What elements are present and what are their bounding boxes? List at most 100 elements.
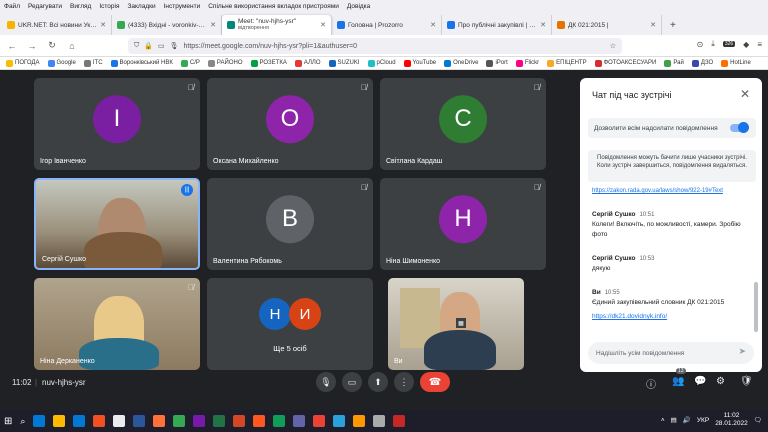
close-tab-icon[interactable]: ✕ bbox=[100, 21, 106, 29]
bookmark-item[interactable]: Google bbox=[47, 59, 76, 67]
chat-link[interactable]: https://zakon.rada.gov.ua/laws/show/922-… bbox=[592, 188, 723, 194]
extension-icon[interactable]: ◆ bbox=[743, 40, 749, 49]
menu-item-help[interactable]: Довідка bbox=[347, 3, 370, 10]
close-tab-icon[interactable]: ✕ bbox=[430, 21, 436, 29]
reload-icon[interactable]: ↻ bbox=[46, 40, 58, 51]
close-icon[interactable]: ✕ bbox=[740, 87, 750, 101]
bookmark-item[interactable]: ДЗО bbox=[691, 59, 713, 67]
taskbar-app-icon[interactable] bbox=[233, 415, 246, 427]
self-video-tile[interactable]: ▦ Ви bbox=[388, 278, 524, 370]
browser-tab[interactable]: Головна | Prozorro ✕ bbox=[332, 15, 442, 35]
bookmark-item[interactable]: С/Р bbox=[180, 59, 200, 67]
message-link[interactable]: https://dk21.dovidnyk.info/ bbox=[592, 312, 667, 322]
menu-item-tab-sharing[interactable]: Спільне використання вкладок пристроями bbox=[208, 3, 339, 10]
close-tab-icon[interactable]: ✕ bbox=[210, 21, 216, 29]
menu-item-file[interactable]: Файл bbox=[4, 3, 20, 10]
bookmark-item[interactable]: HotLine bbox=[721, 59, 751, 67]
bookmark-item[interactable]: РОЗЕТКА bbox=[250, 59, 287, 67]
taskbar-app-icon[interactable] bbox=[133, 415, 146, 427]
bookmark-item[interactable]: АЛЛО bbox=[294, 59, 321, 67]
leave-call-button[interactable]: ☎ bbox=[420, 372, 450, 392]
browser-tab[interactable]: ДК 021:2015 | ✕ bbox=[552, 15, 662, 35]
bookmark-item[interactable]: iPort bbox=[486, 59, 508, 67]
notifications-icon[interactable]: 🗨 bbox=[754, 416, 762, 424]
close-tab-icon[interactable]: ✕ bbox=[650, 21, 656, 29]
activities-icon[interactable]: ⚙ bbox=[716, 376, 725, 387]
taskbar-app-icon[interactable] bbox=[73, 415, 86, 427]
menu-item-edit[interactable]: Редагувати bbox=[28, 3, 62, 10]
bookmark-item[interactable]: ITC bbox=[83, 59, 103, 67]
taskbar-app-icon[interactable] bbox=[113, 415, 126, 427]
chat-input[interactable]: Надішліть усім повідомлення ➤ bbox=[588, 342, 754, 364]
taskbar-app-icon[interactable] bbox=[273, 415, 286, 427]
bookmark-item[interactable]: РАЙОНО bbox=[207, 59, 243, 67]
bookmark-item[interactable]: pCloud bbox=[367, 59, 396, 67]
back-icon[interactable]: ← bbox=[6, 41, 18, 51]
taskbar-app-icon[interactable] bbox=[293, 415, 306, 427]
taskbar-app-icon[interactable] bbox=[253, 415, 266, 427]
bookmark-item[interactable]: ФОТОАКСЕСУАРИ bbox=[594, 59, 656, 67]
participant-tile[interactable]: О 🎙̸ Оксана Михайленко bbox=[207, 78, 373, 170]
browser-tab[interactable]: UKR.NET: Всі новини України✕ bbox=[2, 15, 112, 35]
chat-scrollbar[interactable] bbox=[754, 282, 758, 332]
datetime[interactable]: 11:02 28.01.2022 bbox=[715, 412, 748, 428]
participant-video-tile[interactable]: ||| Сергій Сушко bbox=[34, 178, 200, 270]
address-bar[interactable]: ⛉ 🔒 ▭ 🎙 https://meet.google.com/nuv-hjhs… bbox=[128, 38, 622, 54]
more-participants-tile[interactable]: Н И Ще 5 осіб bbox=[207, 278, 373, 370]
bookmark-item[interactable]: SUZUKI bbox=[328, 59, 360, 67]
url-text[interactable]: https://meet.google.com/nuv-hjhs-ysr?pli… bbox=[183, 43, 604, 50]
chat-icon[interactable]: 💬 bbox=[694, 376, 706, 387]
forward-icon[interactable]: → bbox=[26, 41, 38, 51]
close-tab-icon[interactable]: ✕ bbox=[540, 21, 546, 29]
bookmark-item[interactable]: Воронківський НВК bbox=[110, 59, 173, 67]
search-icon[interactable]: ⌕ bbox=[20, 416, 25, 427]
taskbar-app-icon[interactable] bbox=[153, 415, 166, 427]
windows-start-icon[interactable]: ⊞ bbox=[4, 416, 12, 427]
taskbar-app-icon[interactable] bbox=[373, 415, 386, 427]
participant-tile[interactable]: І 🎙̸ Ігор Іванченко bbox=[34, 78, 200, 170]
network-icon[interactable]: ▤ bbox=[671, 416, 677, 424]
people-icon[interactable]: 👥 bbox=[672, 376, 684, 387]
bookmark-item[interactable]: ЕПІЦЕНТР bbox=[547, 59, 587, 67]
participant-video-tile[interactable]: 🎙̸ Ніна Дерканенко bbox=[34, 278, 200, 370]
allow-messages-toggle[interactable] bbox=[730, 122, 749, 133]
bookmark-item[interactable]: ПОГОДА bbox=[6, 59, 40, 67]
present-button[interactable]: ⬆ bbox=[368, 372, 388, 392]
participant-tile[interactable]: Н 🎙̸ Ніна Шимоненко bbox=[380, 178, 546, 270]
taskbar-app-icon[interactable] bbox=[173, 415, 186, 427]
taskbar-app-icon[interactable] bbox=[193, 415, 206, 427]
bookmark-item[interactable]: OneDrive bbox=[444, 59, 478, 67]
taskbar-app-icon[interactable] bbox=[353, 415, 366, 427]
taskbar-app-icon[interactable] bbox=[33, 415, 46, 427]
bookmark-item[interactable]: Рай bbox=[664, 59, 684, 67]
taskbar-app-icon[interactable] bbox=[213, 415, 226, 427]
participant-tile[interactable]: С 🎙̸ Світлана Кардаш bbox=[380, 78, 546, 170]
menu-item-view[interactable]: Вигляд bbox=[70, 3, 91, 10]
menu-item-history[interactable]: Історія bbox=[99, 3, 119, 10]
pocket-icon[interactable]: ⊙ bbox=[697, 40, 704, 49]
browser-tab[interactable]: Meet: "nuv-hjhs-ysr" відтворення ✕ bbox=[222, 15, 332, 35]
bookmark-item[interactable]: YouTube bbox=[403, 59, 436, 67]
browser-tab[interactable]: Про публічні закупівлі | від 2...✕ bbox=[442, 15, 552, 35]
extension-badge[interactable]: 326 bbox=[722, 41, 736, 47]
camera-permission-icon[interactable]: ▭ bbox=[158, 42, 165, 50]
menu-icon[interactable]: ≡ bbox=[757, 40, 762, 49]
taskbar-app-icon[interactable] bbox=[93, 415, 106, 427]
download-icon[interactable]: ⤓ bbox=[711, 39, 715, 49]
keyboard-language[interactable]: УКР bbox=[697, 417, 709, 424]
taskbar-app-icon[interactable] bbox=[393, 415, 406, 427]
taskbar-app-icon[interactable] bbox=[333, 415, 346, 427]
menu-item-tools[interactable]: Інструменти bbox=[164, 3, 201, 10]
more-options-button[interactable]: ⋮ bbox=[394, 372, 414, 392]
taskbar-app-icon[interactable] bbox=[313, 415, 326, 427]
chevron-up-icon[interactable]: ˄ bbox=[661, 417, 665, 424]
host-controls-icon[interactable]: 🛡 bbox=[740, 376, 753, 387]
send-icon[interactable]: ➤ bbox=[738, 346, 746, 357]
home-icon[interactable]: ⌂ bbox=[66, 41, 78, 51]
mic-permission-icon[interactable]: 🎙 bbox=[170, 42, 179, 50]
new-tab-button[interactable]: + bbox=[662, 15, 684, 35]
bookmark-item[interactable]: Flickr bbox=[515, 59, 539, 67]
taskbar-app-icon[interactable] bbox=[53, 415, 66, 427]
menu-item-bookmarks[interactable]: Закладки bbox=[127, 3, 155, 10]
bookmark-star-icon[interactable]: ☆ bbox=[610, 42, 616, 50]
